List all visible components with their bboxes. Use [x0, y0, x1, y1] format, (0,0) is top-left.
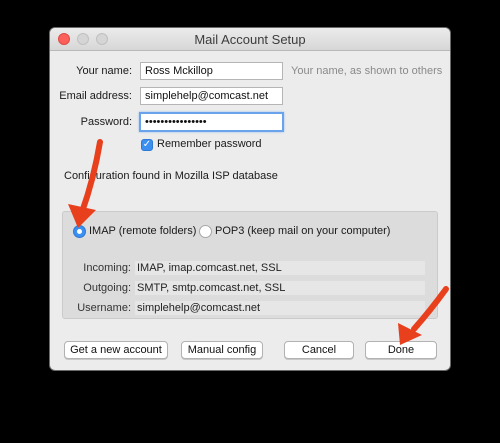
- incoming-value: IMAP, imap.comcast.net, SSL: [135, 261, 425, 275]
- cancel-button[interactable]: Cancel: [284, 341, 354, 359]
- name-label: Your name:: [76, 65, 132, 77]
- remember-password-checkbox[interactable]: ✓: [141, 139, 153, 151]
- window-title: Mail Account Setup: [194, 32, 306, 47]
- name-hint: Your name, as shown to others: [291, 65, 443, 77]
- get-new-account-button[interactable]: Get a new account: [64, 341, 168, 359]
- title-bar: Mail Account Setup: [50, 28, 450, 51]
- annotation-arrow-done: [398, 286, 449, 345]
- annotation-arrow-imap: [68, 139, 103, 228]
- manual-config-button[interactable]: Manual config: [181, 341, 263, 359]
- name-input[interactable]: [140, 62, 283, 80]
- password-input[interactable]: [139, 112, 284, 132]
- pop3-radio-label[interactable]: POP3 (keep mail on your computer): [215, 225, 390, 237]
- pop3-radio[interactable]: [199, 225, 212, 238]
- email-label: Email address:: [59, 90, 132, 102]
- remember-password-label: Remember password: [157, 138, 262, 150]
- password-label: Password:: [80, 116, 132, 128]
- username-label: Username:: [77, 302, 131, 314]
- email-input[interactable]: [140, 87, 283, 105]
- account-config-panel: IMAP (remote folders) POP3 (keep mail on…: [62, 211, 438, 319]
- mail-setup-window: Mail Account Setup Your name: Your name,…: [50, 28, 450, 370]
- outgoing-value: SMTP, smtp.comcast.net, SSL: [135, 281, 425, 295]
- username-value: simplehelp@comcast.net: [135, 301, 425, 315]
- outgoing-label: Outgoing:: [83, 282, 131, 294]
- incoming-label: Incoming:: [83, 262, 131, 274]
